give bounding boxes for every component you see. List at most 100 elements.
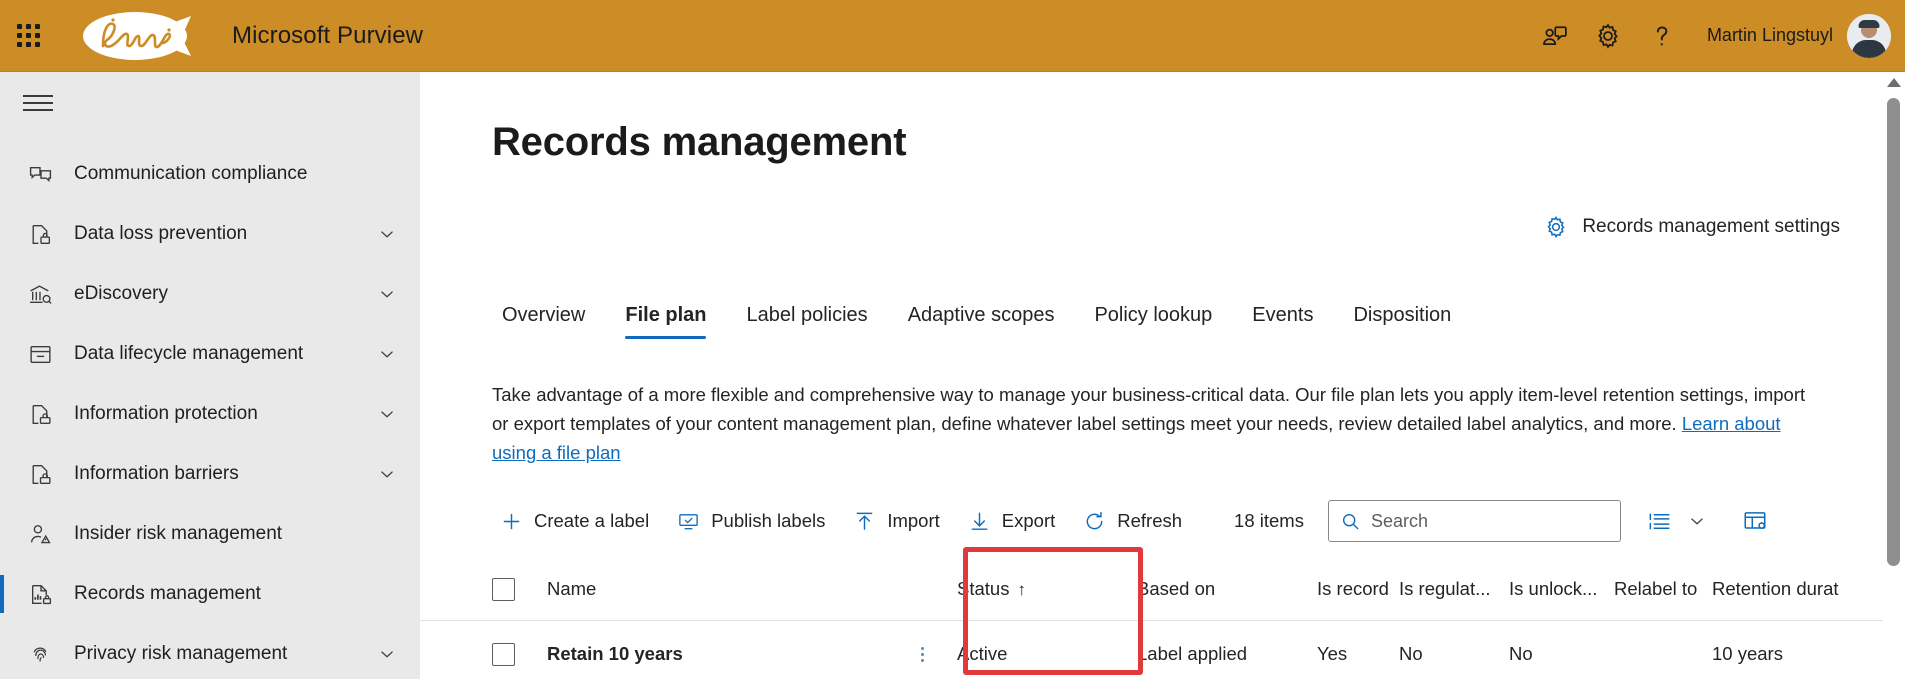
column-header-is-regulatory[interactable]: Is regulat... (1399, 578, 1509, 600)
people-feedback-icon[interactable] (1527, 0, 1581, 72)
description-text: Take advantage of a more flexible and co… (492, 384, 1806, 434)
column-header-is-record[interactable]: Is record (1317, 578, 1399, 600)
gear-icon[interactable] (1581, 0, 1635, 72)
scroll-up-arrow-icon[interactable] (1887, 78, 1901, 87)
column-header-is-unlocked[interactable]: Is unlock... (1509, 578, 1614, 600)
export-label: Export (1001, 510, 1056, 531)
row-checkbox[interactable] (492, 642, 515, 666)
create-a-label-button[interactable]: Create a label (492, 504, 663, 539)
chevron-down-icon[interactable] (376, 283, 398, 305)
import-label: Import (887, 510, 940, 531)
refresh-label: Refresh (1117, 510, 1183, 531)
app-title: Microsoft Purview (232, 21, 424, 49)
hamburger-menu-button[interactable] (14, 72, 76, 134)
search-box[interactable] (1327, 500, 1621, 542)
import-button[interactable]: Import (839, 504, 953, 539)
sidebar-item-label: Information barriers (74, 463, 239, 484)
select-all-cell (492, 577, 547, 601)
top-app-bar: Microsoft Purview Martin Lingstuyl (0, 0, 1905, 72)
sidebar-item-insider-risk-management[interactable]: Insider risk management (0, 504, 420, 564)
cell-status: Active (957, 643, 1008, 664)
fingerprint-icon (26, 640, 54, 668)
search-input[interactable] (1370, 510, 1609, 532)
tab-overview[interactable]: Overview (492, 304, 605, 339)
export-button[interactable]: Export (954, 504, 1069, 539)
sidebar-item-label: Privacy risk management (74, 643, 288, 664)
publish-labels-label: Publish labels (711, 510, 826, 531)
sidebar-item-label: Data lifecycle management (74, 343, 304, 364)
person-warning-icon (26, 520, 54, 548)
cell-name: Retain 10 years (547, 643, 957, 665)
sidebar: Communication compliance Data loss preve… (0, 72, 420, 679)
column-header-relabel-to[interactable]: Relabel to (1614, 578, 1712, 600)
bank-search-icon (26, 280, 54, 308)
sidebar-item-data-lifecycle-management[interactable]: Data lifecycle management (0, 324, 420, 384)
sidebar-item-label: Communication compliance (74, 163, 308, 184)
refresh-button[interactable]: Refresh (1069, 504, 1196, 539)
page-description: Take advantage of a more flexible and co… (492, 380, 1812, 467)
scrollbar-thumb[interactable] (1887, 98, 1900, 566)
column-header-status[interactable]: Status ↑ (957, 578, 1137, 600)
sidebar-item-data-loss-prevention[interactable]: Data loss prevention (0, 204, 420, 264)
list-view-icon[interactable] (1643, 505, 1676, 538)
chevron-down-icon[interactable] (376, 643, 398, 665)
sidebar-item-privacy-risk-management[interactable]: Privacy risk management (0, 624, 420, 679)
column-header-based-on[interactable]: Based on (1137, 578, 1317, 600)
tab-file-plan[interactable]: File plan (605, 304, 726, 339)
download-arrow-icon (968, 510, 991, 533)
item-count: 18 items (1234, 510, 1304, 531)
sort-ascending-icon: ↑ (1017, 580, 1026, 599)
tab-bar: Overview File plan Label policies Adapti… (492, 304, 1471, 339)
view-controls (1643, 504, 1772, 538)
cell-based-on: Label applied (1137, 643, 1248, 664)
row-select-cell (492, 642, 547, 666)
label-name[interactable]: Retain 10 years (547, 643, 683, 665)
document-lock-icon (26, 400, 54, 428)
chat-bubbles-icon (26, 160, 54, 188)
search-icon (1340, 511, 1361, 532)
avatar[interactable] (1847, 13, 1891, 58)
app-launcher-button[interactable] (0, 0, 56, 72)
select-all-checkbox[interactable] (492, 577, 515, 601)
sidebar-item-label: eDiscovery (74, 283, 168, 304)
file-plan-table: Name Status ↑ Based on Is record Is regul… (420, 558, 1905, 679)
chevron-down-icon[interactable] (376, 463, 398, 485)
tab-policy-lookup[interactable]: Policy lookup (1074, 304, 1232, 339)
user-name[interactable]: Martin Lingstuyl (1707, 25, 1833, 46)
publish-labels-button[interactable]: Publish labels (663, 504, 839, 539)
create-a-label-label: Create a label (534, 510, 650, 531)
upload-arrow-icon (853, 510, 876, 533)
sidebar-item-information-barriers[interactable]: Information barriers (0, 444, 420, 504)
publish-screen-icon (677, 510, 700, 533)
settings-link-label: Records management settings (1582, 216, 1840, 237)
document-lock-icon (26, 460, 54, 488)
tab-events[interactable]: Events (1232, 304, 1333, 339)
sidebar-item-information-protection[interactable]: Information protection (0, 384, 420, 444)
column-header-retention-duration[interactable]: Retention durat (1712, 578, 1872, 600)
sidebar-item-label: Records management (74, 583, 261, 604)
table-settings-icon[interactable] (1738, 504, 1772, 538)
cell-is-regulatory: No (1399, 643, 1423, 664)
chevron-down-icon[interactable] (376, 223, 398, 245)
plus-icon (500, 510, 523, 533)
page-scrollbar[interactable] (1883, 72, 1905, 679)
sidebar-item-communication-compliance[interactable]: Communication compliance (0, 144, 420, 204)
table-row[interactable]: Retain 10 years Active Label applied Yes… (420, 621, 1905, 679)
column-header-name[interactable]: Name (547, 578, 957, 600)
main-content: Records management Records management se… (420, 72, 1905, 679)
chevron-down-icon[interactable] (1682, 506, 1712, 536)
chevron-down-icon[interactable] (376, 343, 398, 365)
row-more-actions-icon[interactable] (913, 646, 931, 662)
chevron-down-icon[interactable] (376, 403, 398, 425)
sidebar-item-label: Data loss prevention (74, 223, 248, 244)
sidebar-item-records-management[interactable]: Records management (0, 564, 420, 624)
tab-label-policies[interactable]: Label policies (726, 304, 887, 339)
records-management-settings-link[interactable]: Records management settings (1543, 214, 1840, 240)
gear-icon (1543, 214, 1569, 240)
column-header-status-label: Status (957, 578, 1010, 599)
tab-disposition[interactable]: Disposition (1333, 304, 1471, 339)
question-mark-icon[interactable] (1635, 0, 1689, 72)
sidebar-item-ediscovery[interactable]: eDiscovery (0, 264, 420, 324)
tab-adaptive-scopes[interactable]: Adaptive scopes (888, 304, 1075, 339)
blimped-logo[interactable] (78, 7, 196, 65)
